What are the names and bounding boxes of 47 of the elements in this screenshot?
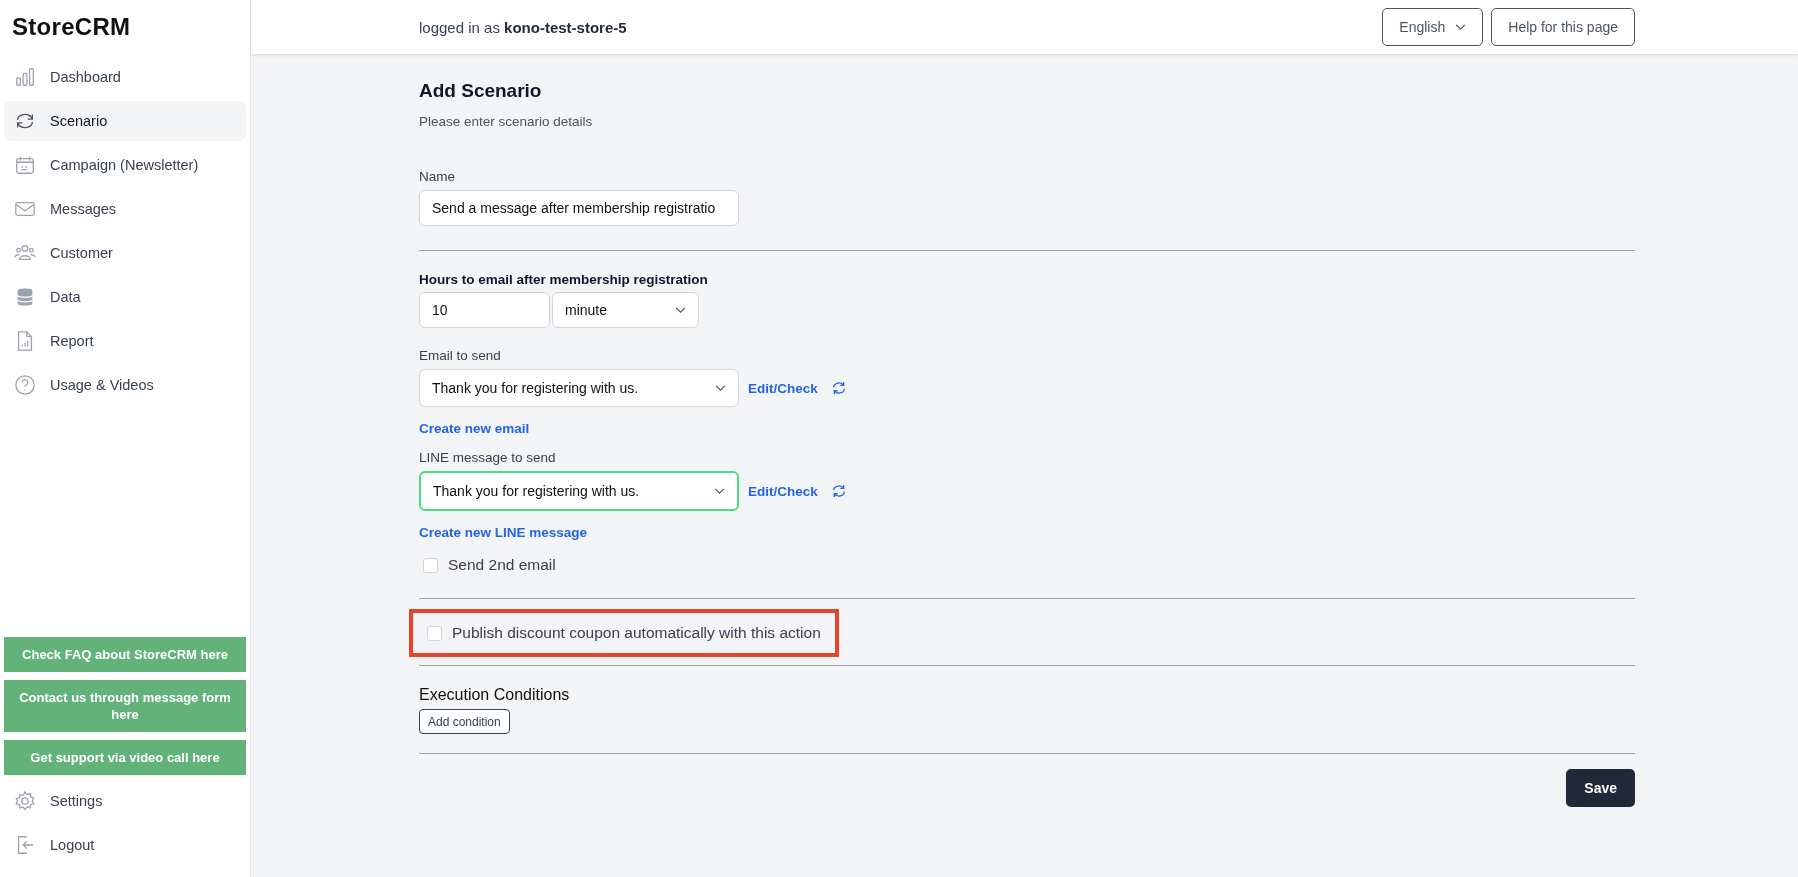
checkbox[interactable] xyxy=(423,557,438,573)
help-icon xyxy=(14,374,36,396)
line-message-dropdown[interactable]: Thank you for registering with us. xyxy=(419,471,739,511)
caret-icon xyxy=(715,384,726,392)
create-email-link[interactable]: Create new email xyxy=(419,421,530,436)
brand-logo: StoreCRM xyxy=(11,12,132,42)
sidebar-item[interactable]: Report xyxy=(4,321,246,361)
sidebar-item[interactable]: Scenario xyxy=(4,101,246,141)
sidebar-item[interactable]: Customer xyxy=(4,233,246,273)
sidebar-item[interactable]: Campaign (Newsletter) xyxy=(4,145,246,185)
checkbox-label: Send 2nd email xyxy=(448,556,556,574)
hours-field[interactable]: 10 xyxy=(419,292,550,328)
sidebar-item[interactable]: Dashboard xyxy=(4,57,246,97)
sidebar-item[interactable]: Logout xyxy=(4,825,246,865)
refresh-icon[interactable] xyxy=(830,483,847,499)
page-title: Add Scenario xyxy=(419,80,542,102)
sidebar-item[interactable]: Usage & Videos xyxy=(4,365,246,405)
edit-check-link[interactable]: Edit/Check xyxy=(748,380,818,396)
refresh-icon[interactable] xyxy=(830,380,847,396)
calendar-icon xyxy=(14,154,36,176)
database-icon xyxy=(14,286,36,308)
help-button[interactable]: Help for this page xyxy=(1491,8,1635,46)
checkbox-label: Publish discount coupon automatically with this action xyxy=(452,624,821,642)
field-label: LINE message to send xyxy=(419,450,556,465)
save-button[interactable]: Save xyxy=(1566,769,1635,807)
field-label: Email to send xyxy=(419,348,501,363)
caret-icon xyxy=(714,487,725,495)
bars-icon xyxy=(14,66,36,88)
field-label: Hours to email after membership registration xyxy=(419,272,708,287)
settings-icon xyxy=(14,790,36,812)
email-dropdown[interactable]: Thank you for registering with us. xyxy=(419,369,739,407)
name-field[interactable]: Send a message after membership registratio xyxy=(419,190,739,226)
create-line-message-link[interactable]: Create new LINE message xyxy=(419,525,588,540)
unit-dropdown[interactable]: minute xyxy=(552,292,699,328)
field-label: Name xyxy=(419,169,455,184)
add-condition-button[interactable]: Add condition xyxy=(419,709,510,734)
login-status: logged in as kono-test-store-5 xyxy=(419,18,627,36)
section-title: Execution Conditions xyxy=(419,686,570,704)
language-dropdown[interactable]: English xyxy=(1382,8,1484,46)
sidebar-item[interactable]: Settings xyxy=(4,781,246,821)
caret-icon xyxy=(675,306,686,314)
sidebar-item[interactable]: Data xyxy=(4,277,246,317)
edit-check-link[interactable]: Edit/Check xyxy=(748,483,818,499)
checkbox[interactable] xyxy=(427,625,442,641)
sidebar-item[interactable]: Messages xyxy=(4,189,246,229)
caret-icon xyxy=(1455,23,1467,31)
page-subtitle: Please enter scenario details xyxy=(419,114,593,129)
